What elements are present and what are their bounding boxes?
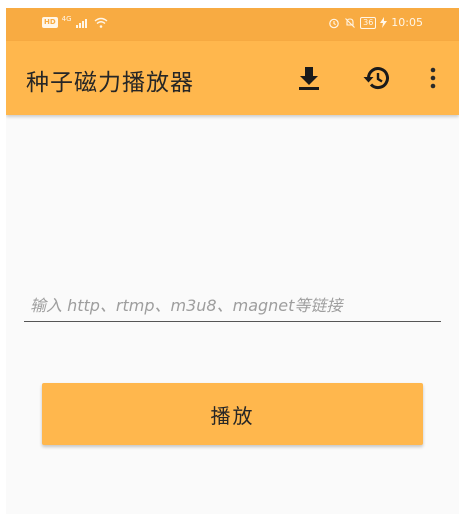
play-button[interactable]: 播放 [42,383,423,445]
status-bar: HD 4G 36 10:05 [6,8,459,41]
signal-icon [75,19,87,28]
mute-icon [345,17,355,28]
alarm-icon [329,18,339,28]
charging-icon [380,17,388,28]
wifi-icon [94,17,108,28]
app-title: 种子磁力播放器 [26,70,194,96]
more-vert-icon[interactable] [418,63,448,93]
hd-badge: HD [42,17,58,28]
network-type: 4G [61,14,72,23]
main-content: 播放 [6,115,459,514]
battery-icon: 36 [360,16,377,29]
download-icon[interactable] [294,63,324,93]
url-input[interactable] [24,290,441,322]
status-left-group: HD 4G [42,14,108,28]
app-screen: HD 4G 36 10:05 种子磁力播放器 输入 http、rtmp、m3u8… [6,8,459,514]
app-toolbar: 种子磁力播放器 [6,41,459,115]
history-icon[interactable] [361,63,391,93]
status-right-group: 36 10:05 [328,16,423,29]
status-time: 10:05 [391,16,423,29]
